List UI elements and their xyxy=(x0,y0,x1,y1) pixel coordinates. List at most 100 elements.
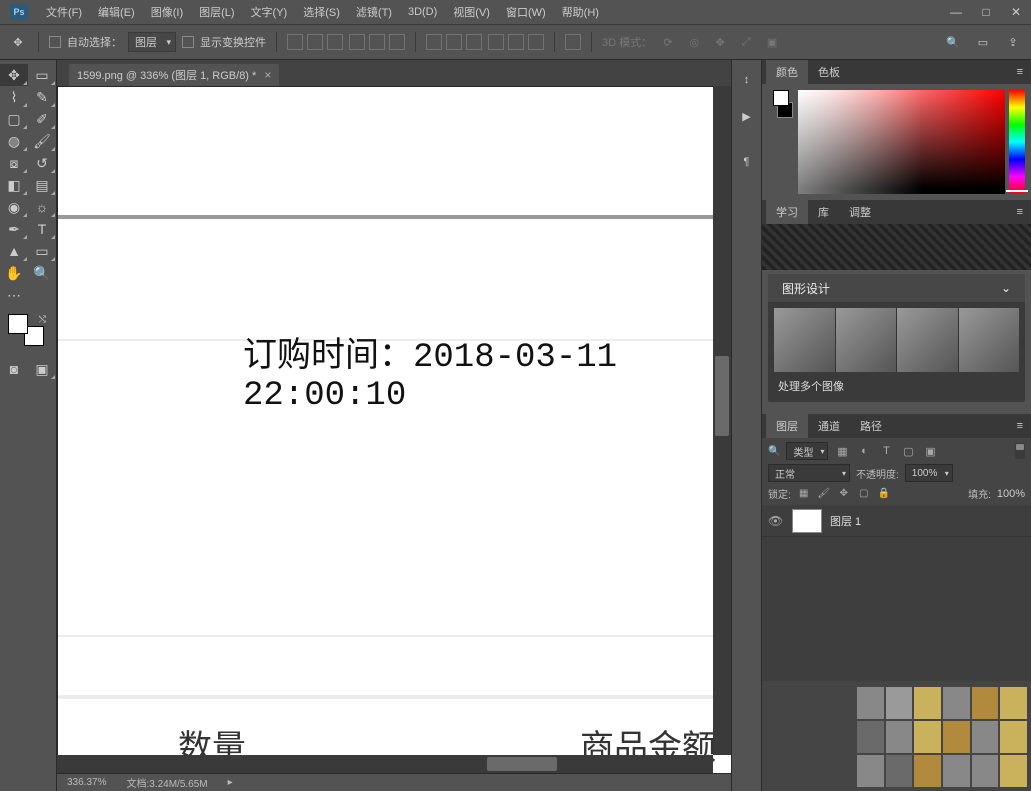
crop-tool[interactable]: ▢ xyxy=(0,108,28,130)
quick-mask-tool[interactable]: ◙ xyxy=(0,358,28,380)
tab-layers[interactable]: 图层 xyxy=(766,414,808,438)
edit-toolbar-icon[interactable]: ⋯ xyxy=(0,284,28,306)
show-transform-checkbox[interactable] xyxy=(182,36,194,48)
document-tab-close-icon[interactable]: × xyxy=(264,68,271,82)
dist-hcenter-icon[interactable] xyxy=(508,34,524,50)
filter-smart-icon[interactable]: ▣ xyxy=(922,443,938,459)
move-tool-indicator-icon[interactable]: ✥ xyxy=(8,32,28,52)
healing-tool[interactable]: ◍ xyxy=(0,130,28,152)
strip-play-icon[interactable]: ▶ xyxy=(737,106,757,126)
opacity-input[interactable]: 100% xyxy=(905,464,953,482)
horizontal-scrollbar-thumb[interactable] xyxy=(487,757,557,771)
status-chevron-icon[interactable]: ▸ xyxy=(228,777,233,788)
fill-input[interactable]: 100% xyxy=(997,488,1025,500)
color-field[interactable] xyxy=(798,90,1005,194)
pen-tool[interactable]: ✒ xyxy=(0,218,28,240)
auto-select-dropdown[interactable]: 图层 xyxy=(128,32,176,52)
blur-tool[interactable]: ◉ xyxy=(0,196,28,218)
menu-file[interactable]: 文件(F) xyxy=(38,4,90,20)
layer-visibility-icon[interactable]: 👁 xyxy=(768,514,784,528)
dist-bottom-icon[interactable] xyxy=(466,34,482,50)
maximize-button[interactable]: □ xyxy=(971,0,1001,24)
strip-history-icon[interactable]: ↕ xyxy=(737,70,757,90)
search-icon[interactable]: 🔍 xyxy=(943,32,963,52)
pan-3d-icon[interactable]: ✥ xyxy=(710,32,730,52)
quick-select-tool[interactable]: ✎ xyxy=(28,86,56,108)
menu-image[interactable]: 图像(I) xyxy=(143,4,191,20)
camera-3d-icon[interactable]: ▣ xyxy=(762,32,782,52)
menu-edit[interactable]: 编辑(E) xyxy=(90,4,143,20)
status-zoom[interactable]: 336.37% xyxy=(67,777,106,788)
blend-mode-dropdown[interactable]: 正常 xyxy=(768,464,850,482)
layer-thumbnail[interactable] xyxy=(792,509,822,533)
zoom-tool[interactable]: 🔍 xyxy=(28,262,56,284)
layer-item[interactable]: 👁 图层 1 xyxy=(762,505,1031,537)
document-tab[interactable]: 1599.png @ 336% (图层 1, RGB/8) * × xyxy=(69,64,279,86)
tab-color[interactable]: 颜色 xyxy=(766,60,808,84)
lock-artboard-icon[interactable]: ▢ xyxy=(857,487,871,501)
menu-window[interactable]: 窗口(W) xyxy=(498,4,554,20)
type-tool[interactable]: T xyxy=(28,218,56,240)
color-panel-swatches[interactable] xyxy=(768,90,794,194)
hue-slider[interactable] xyxy=(1009,90,1025,194)
dist-right-icon[interactable] xyxy=(528,34,544,50)
roll-3d-icon[interactable]: ◎ xyxy=(684,32,704,52)
align-bottom-icon[interactable] xyxy=(327,34,343,50)
lock-transparency-icon[interactable]: ▦ xyxy=(797,487,811,501)
hand-tool[interactable]: ✋ xyxy=(0,262,28,284)
menu-type[interactable]: 文字(Y) xyxy=(243,4,296,20)
swap-colors-icon[interactable]: ⤭ xyxy=(39,314,46,325)
filter-type-icon[interactable]: T xyxy=(878,443,894,459)
color-swatches[interactable]: ⤭ xyxy=(6,314,46,350)
filter-toggle[interactable] xyxy=(1015,443,1025,459)
align-vcenter-icon[interactable] xyxy=(307,34,323,50)
learn-panel-menu-icon[interactable]: ≡ xyxy=(1009,206,1031,218)
tab-swatches[interactable]: 色板 xyxy=(808,60,850,84)
layer-filter-kind-dropdown[interactable]: 类型 xyxy=(786,442,828,460)
align-left-icon[interactable] xyxy=(349,34,365,50)
brush-tool[interactable]: 🖌 xyxy=(28,130,56,152)
horizontal-scrollbar-track[interactable] xyxy=(57,755,713,773)
dist-vcenter-icon[interactable] xyxy=(446,34,462,50)
tab-adjustments[interactable]: 调整 xyxy=(839,200,881,224)
learn-card[interactable]: 图形设计 ⌄ 处理多个图像 xyxy=(768,274,1025,402)
hue-marker[interactable] xyxy=(1006,190,1028,192)
auto-select-checkbox[interactable] xyxy=(49,36,61,48)
menu-layer[interactable]: 图层(L) xyxy=(191,4,242,20)
menu-select[interactable]: 选择(S) xyxy=(295,4,348,20)
history-brush-tool[interactable]: ↺ xyxy=(28,152,56,174)
filter-shape-icon[interactable]: ▢ xyxy=(900,443,916,459)
screen-mode-tool[interactable]: ▣ xyxy=(28,358,56,380)
tab-paths[interactable]: 路径 xyxy=(850,414,892,438)
close-button[interactable]: ✕ xyxy=(1001,0,1031,24)
tab-libraries[interactable]: 库 xyxy=(808,200,839,224)
lock-paint-icon[interactable]: 🖌 xyxy=(817,487,831,501)
lock-position-icon[interactable]: ✥ xyxy=(837,487,851,501)
vertical-scrollbar-track[interactable] xyxy=(713,86,731,755)
align-hcenter-icon[interactable] xyxy=(369,34,385,50)
orbit-3d-icon[interactable]: ⟳ xyxy=(658,32,678,52)
stamp-tool[interactable]: ⧇ xyxy=(0,152,28,174)
dist-left-icon[interactable] xyxy=(488,34,504,50)
chevron-down-icon[interactable]: ⌄ xyxy=(1001,281,1011,295)
eraser-tool[interactable]: ◧ xyxy=(0,174,28,196)
gradient-tool[interactable]: ▤ xyxy=(28,174,56,196)
tab-channels[interactable]: 通道 xyxy=(808,414,850,438)
eyedropper-tool[interactable]: ✐ xyxy=(28,108,56,130)
shape-tool[interactable]: ▭ xyxy=(28,240,56,262)
color-panel-menu-icon[interactable]: ≡ xyxy=(1009,66,1031,78)
path-select-tool[interactable]: ▲ xyxy=(0,240,28,262)
color-panel-fg[interactable] xyxy=(773,90,789,106)
lasso-tool[interactable]: ⌇ xyxy=(0,86,28,108)
filter-pixel-icon[interactable]: ▦ xyxy=(834,443,850,459)
align-top-icon[interactable] xyxy=(287,34,303,50)
marquee-tool[interactable]: ▭ xyxy=(28,64,56,86)
layers-panel-menu-icon[interactable]: ≡ xyxy=(1009,420,1031,432)
learn-card-header[interactable]: 图形设计 ⌄ xyxy=(768,274,1025,302)
slide-3d-icon[interactable]: ⤢ xyxy=(736,32,756,52)
minimize-button[interactable]: — xyxy=(941,0,971,24)
menu-help[interactable]: 帮助(H) xyxy=(554,4,607,20)
filter-adjust-icon[interactable]: ◐ xyxy=(856,443,872,459)
menu-3d[interactable]: 3D(D) xyxy=(400,6,445,18)
tab-learn[interactable]: 学习 xyxy=(766,200,808,224)
